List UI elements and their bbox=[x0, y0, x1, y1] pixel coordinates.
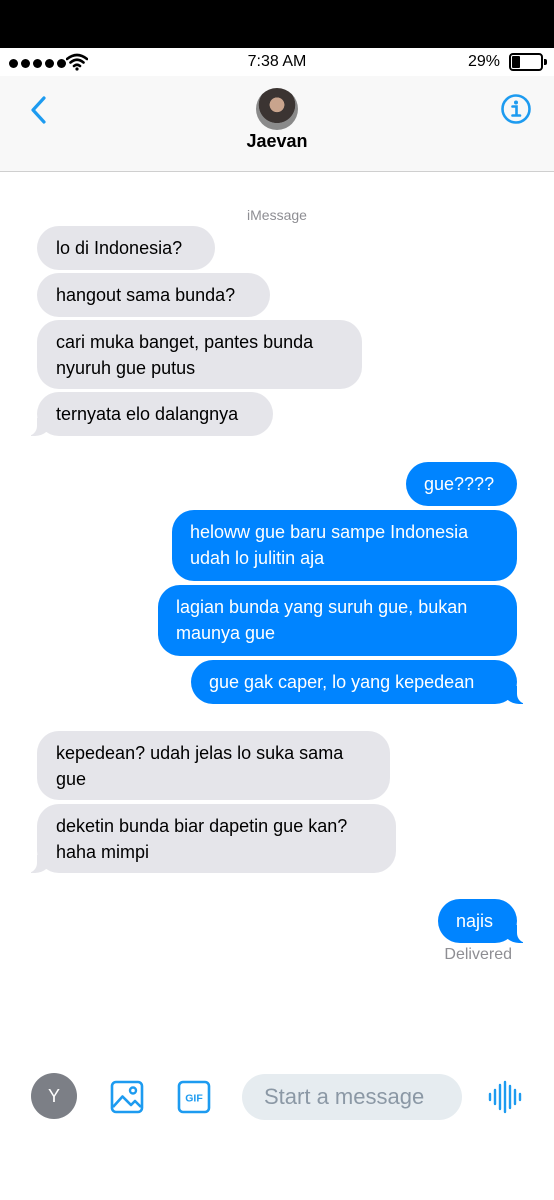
chevron-left-icon[interactable] bbox=[26, 93, 52, 127]
message-incoming[interactable]: hangout sama bunda? bbox=[37, 273, 270, 317]
message-incoming[interactable]: ternyata elo dalangnya bbox=[27, 392, 273, 436]
delivery-status: Delivered bbox=[444, 946, 512, 963]
message-input[interactable] bbox=[242, 1074, 462, 1120]
service-label: iMessage bbox=[247, 207, 307, 223]
message-outgoing[interactable]: najis bbox=[438, 899, 527, 943]
contact-name[interactable]: Jaevan bbox=[0, 131, 554, 152]
message-text: hangout sama bunda? bbox=[56, 285, 236, 305]
message-outgoing[interactable]: lagian bunda yang suruh gue, bukan mauny… bbox=[158, 585, 517, 656]
message-text: gue gak caper, lo yang kepedean bbox=[209, 672, 475, 692]
message-text: najis bbox=[456, 911, 494, 931]
gif-label: GIF bbox=[185, 1093, 203, 1105]
message-outgoing[interactable]: gue gak caper, lo yang kepedean bbox=[191, 660, 527, 704]
voice-waveform-icon[interactable] bbox=[488, 1080, 524, 1114]
message-outgoing[interactable]: gue???? bbox=[406, 462, 517, 506]
contact-avatar[interactable] bbox=[256, 88, 298, 130]
message-text: gue???? bbox=[424, 474, 495, 494]
message-text: lagian bunda yang suruh gue, bukan mauny… bbox=[176, 597, 468, 643]
gif-icon[interactable]: GIF bbox=[177, 1080, 211, 1114]
image-icon[interactable] bbox=[110, 1080, 144, 1114]
battery-icon bbox=[509, 53, 547, 71]
top-bezel bbox=[0, 0, 554, 48]
message-text: heloww gue baru sampe Indonesia udah lo … bbox=[190, 522, 469, 568]
message-incoming[interactable]: kepedean? udah jelas lo suka sama gue bbox=[37, 731, 390, 800]
info-icon[interactable] bbox=[500, 93, 532, 125]
status-bar: 7:38 AM 29% bbox=[0, 48, 554, 76]
message-text: lo di Indonesia? bbox=[56, 238, 183, 258]
message-incoming[interactable]: cari muka banget, pantes bunda nyuruh gu… bbox=[37, 320, 362, 389]
message-text: ternyata elo dalangnya bbox=[56, 404, 239, 424]
battery-percentage: 29% bbox=[467, 53, 500, 70]
message-text: cari muka banget, pantes bunda nyuruh gu… bbox=[56, 332, 314, 378]
message-text: kepedean? udah jelas lo suka sama gue bbox=[56, 743, 344, 789]
message-incoming[interactable]: deketin bunda biar dapetin gue kan? haha… bbox=[27, 804, 396, 873]
message-text: deketin bunda biar dapetin gue kan? haha… bbox=[56, 816, 348, 862]
user-avatar[interactable]: Y bbox=[31, 1073, 77, 1119]
message-incoming[interactable]: lo di Indonesia? bbox=[37, 226, 215, 270]
message-composer: Y GIF bbox=[0, 1058, 554, 1138]
message-outgoing[interactable]: heloww gue baru sampe Indonesia udah lo … bbox=[172, 510, 517, 581]
conversation-header: Jaevan bbox=[0, 76, 554, 172]
